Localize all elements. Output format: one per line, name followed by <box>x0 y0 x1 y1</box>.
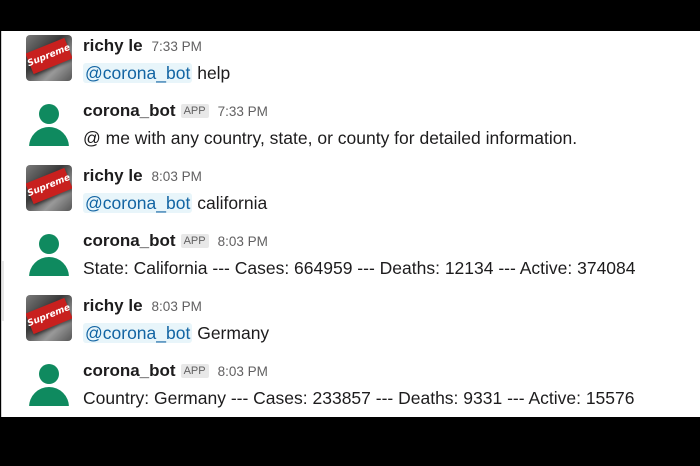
message-body: Germany <box>192 323 270 343</box>
screenshot-frame: Supreme richy le 7:33 PM @corona_bot hel… <box>0 0 700 466</box>
bot-avatar-head <box>39 104 59 124</box>
user-avatar[interactable]: Supreme <box>26 295 72 341</box>
app-badge: APP <box>180 364 209 378</box>
bot-avatar-body <box>29 257 69 276</box>
timestamp[interactable]: 7:33 PM <box>218 104 268 119</box>
timestamp[interactable]: 8:03 PM <box>152 169 202 184</box>
author-name[interactable]: corona_bot <box>83 361 176 381</box>
author-name[interactable]: richy le <box>83 36 143 56</box>
bot-avatar[interactable] <box>26 100 72 146</box>
author-name[interactable]: corona_bot <box>83 231 176 251</box>
message-item[interactable]: Supreme richy le 8:03 PM @corona_bot cal… <box>2 162 700 222</box>
app-badge: APP <box>180 104 209 118</box>
message-pane: Supreme richy le 7:33 PM @corona_bot hel… <box>1 31 700 417</box>
message-item[interactable]: corona_bot APP 8:03 PM Country: Germany … <box>2 357 700 417</box>
timestamp[interactable]: 8:03 PM <box>218 364 268 379</box>
timestamp[interactable]: 8:03 PM <box>152 299 202 314</box>
message-item[interactable]: Supreme richy le 7:33 PM @corona_bot hel… <box>2 32 700 92</box>
message-item[interactable]: Supreme richy le 8:03 PM @corona_bot Ger… <box>2 292 700 352</box>
author-name[interactable]: richy le <box>83 166 143 186</box>
message-header: richy le 8:03 PM <box>83 166 202 188</box>
message-text: @corona_bot help <box>83 63 230 87</box>
message-item[interactable]: corona_bot APP 8:03 PM State: California… <box>2 227 700 287</box>
message-header: corona_bot APP 7:33 PM <box>83 101 268 123</box>
bot-avatar-head <box>39 234 59 254</box>
message-header: richy le 8:03 PM <box>83 296 202 318</box>
message-body: help <box>192 63 231 83</box>
message-header: richy le 7:33 PM <box>83 36 202 58</box>
message-text: State: California --- Cases: 664959 --- … <box>83 258 636 278</box>
bot-avatar[interactable] <box>26 230 72 276</box>
mention-link[interactable]: @corona_bot <box>83 63 193 83</box>
author-name[interactable]: corona_bot <box>83 101 176 121</box>
user-avatar[interactable]: Supreme <box>26 165 72 211</box>
bot-avatar-body <box>29 127 69 146</box>
bot-avatar[interactable] <box>26 360 72 406</box>
bot-avatar-body <box>29 387 69 406</box>
author-name[interactable]: richy le <box>83 296 143 316</box>
message-body: california <box>192 193 268 213</box>
message-header: corona_bot APP 8:03 PM <box>83 231 268 253</box>
timestamp[interactable]: 7:33 PM <box>152 39 202 54</box>
mention-link[interactable]: @corona_bot <box>83 323 193 343</box>
user-avatar[interactable]: Supreme <box>26 35 72 81</box>
message-item[interactable]: corona_bot APP 7:33 PM @ me with any cou… <box>2 97 700 157</box>
app-badge: APP <box>180 234 209 248</box>
message-text: @corona_bot california <box>83 193 267 217</box>
message-text: @ me with any country, state, or county … <box>83 128 578 148</box>
message-text: @corona_bot Germany <box>83 323 269 347</box>
message-header: corona_bot APP 8:03 PM <box>83 361 268 383</box>
timestamp[interactable]: 8:03 PM <box>218 234 268 249</box>
bot-avatar-head <box>39 364 59 384</box>
mention-link[interactable]: @corona_bot <box>83 193 193 213</box>
message-text: Country: Germany --- Cases: 233857 --- D… <box>83 388 635 408</box>
